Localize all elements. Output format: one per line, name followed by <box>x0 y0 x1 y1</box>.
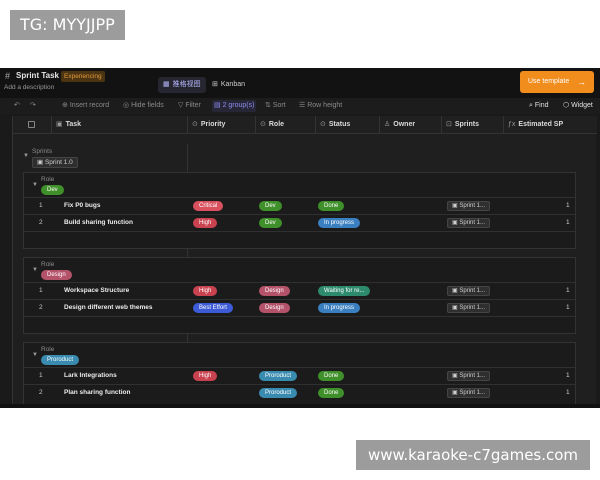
toolbar: ↶ ↷ ⊕ Insert record ◎ Hide fields ▽ Filt… <box>0 98 600 114</box>
status-tag: Done <box>318 388 345 398</box>
redo-icon[interactable]: ↷ <box>30 100 36 112</box>
role-tag: Design <box>259 286 290 296</box>
use-template-button[interactable]: Use template → <box>520 71 594 93</box>
role-tag: Dev <box>259 218 282 228</box>
window-bottom-edge <box>0 404 600 408</box>
group-label: Role <box>41 346 55 353</box>
collapse-group-icon[interactable]: ▼ <box>32 267 38 273</box>
collapse-sprints-icon[interactable]: ▼ <box>23 153 29 159</box>
status-tag: Waiting for re... <box>318 286 371 296</box>
record-icon: ▣ <box>37 159 45 166</box>
data-grid: ▣ Task ⊙ Priority ⊙ Role ⊙ Status ♙ Owner ⊡ Sp… <box>12 116 597 408</box>
search-icon: ⌕ <box>529 102 533 109</box>
collapse-group-icon[interactable]: ▼ <box>32 352 38 358</box>
priority-tag: Best Effort <box>193 303 233 313</box>
sort-button[interactable]: ⇅ Sort <box>265 100 286 112</box>
watermark-top: TG: MYYJJPP <box>10 10 125 40</box>
title-bar: # Sprint Task Experiencing Add a descrip… <box>0 68 600 98</box>
person-icon: ♙ <box>384 121 391 128</box>
sprint-link[interactable]: ▣ Sprint 1... <box>447 218 491 228</box>
app-window: # Sprint Task Experiencing Add a descrip… <box>0 68 600 408</box>
group-label: Role <box>41 261 55 268</box>
role-tag: Proroduct <box>259 388 298 398</box>
tab-kanban[interactable]: ⊞ Kanban <box>207 77 250 93</box>
column-header-role[interactable]: ⊙ Role <box>255 116 315 134</box>
priority-tag: High <box>193 286 218 296</box>
group-value-dev: Dev <box>41 185 64 195</box>
sprint-link[interactable]: ▣ Sprint 1... <box>447 388 491 398</box>
grid-header: ▣ Task ⊙ Priority ⊙ Role ⊙ Status ♙ Owner ⊡ Sp… <box>13 116 597 134</box>
sprint-link[interactable]: ▣ Sprint 1... <box>447 286 491 296</box>
column-header-priority[interactable]: ⊙ Priority <box>187 116 255 134</box>
priority-tag: Critical <box>193 201 224 211</box>
status-tag: In progress <box>318 303 361 313</box>
single-select-icon: ⊙ <box>320 121 326 128</box>
link-icon: ⊡ <box>446 121 452 128</box>
formula-icon: ƒx <box>508 121 516 128</box>
role-tag: Dev <box>259 201 282 211</box>
status-tag: Done <box>318 201 345 211</box>
sprint-link[interactable]: ▣ Sprint 1... <box>447 371 491 381</box>
filter-button[interactable]: ▽ Filter <box>178 100 201 112</box>
sprint-link[interactable]: ▣ Sprint 1... <box>447 201 491 211</box>
column-header-owner[interactable]: ♙ Owner <box>379 116 441 134</box>
single-select-icon: ⊙ <box>260 121 266 128</box>
experiencing-badge: Experiencing <box>61 71 105 82</box>
hide-fields-button[interactable]: ◎ Hide fields <box>123 100 164 112</box>
arrow-right-icon: → <box>577 77 586 87</box>
add-row-placeholder[interactable] <box>24 231 575 248</box>
column-header-sprints[interactable]: ⊡ Sprints <box>441 116 503 134</box>
widget-icon: ⬡ <box>563 102 570 109</box>
widget-button[interactable]: ⬡ Widget <box>563 100 593 112</box>
group-label-sprints: Sprints <box>32 148 53 155</box>
column-header-status[interactable]: ⊙ Status <box>315 116 379 134</box>
column-header-estimated-sp[interactable]: ƒx Estimated SP <box>503 116 597 134</box>
table-row[interactable]: 2 Build sharing function High Dev In pro… <box>24 214 575 231</box>
kanban-icon: ⊞ <box>212 81 218 88</box>
group-design: ▼ Role Design 1 Workspace Structure High… <box>23 257 576 334</box>
group-label: Role <box>41 176 55 183</box>
group-dev: ▼ Role Dev 1 Fix P0 bugs Critical Dev Do… <box>23 172 576 249</box>
group-value-design: Design <box>41 270 72 280</box>
priority-tag: High <box>193 371 218 381</box>
role-tag: Design <box>259 303 290 313</box>
column-header-task[interactable]: ▣ Task <box>51 116 187 134</box>
group-value-product: Proroduct <box>41 355 80 365</box>
table-description[interactable]: Add a description <box>4 84 54 91</box>
insert-record-button[interactable]: ⊕ Insert record <box>62 100 109 112</box>
table-row[interactable]: 2 Plan sharing function Proroduct Done ▣… <box>24 384 575 401</box>
group-product: ▼ Role Proroduct 1 Lark Integrations Hig… <box>23 342 576 408</box>
table-row[interactable]: 1 Workspace Structure High Design Waitin… <box>24 282 575 299</box>
undo-icon[interactable]: ↶ <box>14 100 20 112</box>
single-select-icon: ⊙ <box>192 121 198 128</box>
watermark-bottom: www.karaoke-c7games.com <box>356 440 590 470</box>
row-height-button[interactable]: ☰ Row height <box>299 100 342 112</box>
screenshot: TG: MYYJJPP # Sprint Task Experiencing A… <box>0 0 600 480</box>
find-button[interactable]: ⌕ Find <box>529 100 549 112</box>
sprint-link[interactable]: ▣ Sprint 1... <box>447 303 491 313</box>
text-field-icon: ▣ <box>56 121 63 128</box>
table-row[interactable]: 1 Lark Integrations High Proroduct Done … <box>24 367 575 384</box>
collapse-group-icon[interactable]: ▼ <box>32 182 38 188</box>
role-tag: Proroduct <box>259 371 298 381</box>
add-row-placeholder[interactable] <box>24 316 575 333</box>
status-tag: Done <box>318 371 345 381</box>
group-value-sprint: ▣ Sprint 1.0 <box>32 157 78 168</box>
grid-view-icon: ▦ <box>163 81 170 88</box>
hash-icon: # <box>5 71 11 81</box>
select-all-checkbox[interactable] <box>28 121 35 128</box>
status-tag: In progress <box>318 218 361 228</box>
group-button[interactable]: ▤ 2 group(s) <box>212 100 257 112</box>
priority-tag: High <box>193 218 218 228</box>
tab-grid-view[interactable]: ▦ 推格视图 <box>158 77 206 93</box>
table-title[interactable]: Sprint Task <box>16 71 59 80</box>
table-row[interactable]: 1 Fix P0 bugs Critical Dev Done ▣ Sprint… <box>24 197 575 214</box>
table-row[interactable]: 2 Design different web themes Best Effor… <box>24 299 575 316</box>
